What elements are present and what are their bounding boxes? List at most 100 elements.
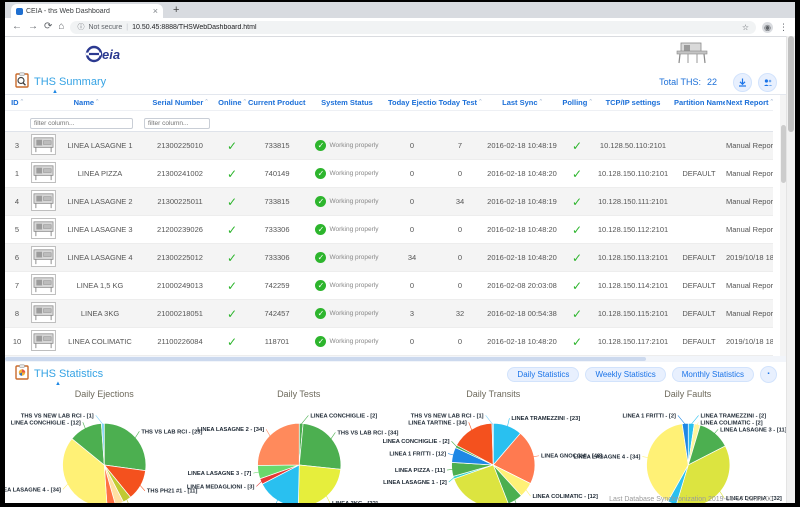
row-today-ejection: 0 <box>387 328 437 356</box>
row-serial: 21300225010 <box>143 132 217 160</box>
online-check-icon: ✓ <box>217 188 247 216</box>
new-tab-button[interactable]: + <box>173 3 179 18</box>
browser-tab[interactable]: CEIA - ths Web Dashboard × <box>11 4 163 18</box>
reload-icon[interactable]: ⟳ <box>44 22 52 32</box>
table-row[interactable]: 1LINEA PIZZA21300241002✓740149✓Working p… <box>5 160 773 188</box>
column-header-name[interactable]: Nameˆ <box>29 95 143 111</box>
column-header-tcp-ip-settings[interactable]: TCP/IP settings <box>593 95 673 111</box>
column-header-current-product[interactable]: Current Productˆ <box>247 95 307 111</box>
clipboard-chart-icon <box>15 364 29 385</box>
row-tcpip: 10.128.150.111:2101 <box>593 188 673 216</box>
pie-slice-label: THS VS NEW LAB RCI - [1] <box>411 413 484 419</box>
pie-slice[interactable] <box>299 423 341 469</box>
users-button[interactable] <box>758 73 777 92</box>
table-row[interactable]: 6LINEA LASAGNE 421300225012✓733306✓Worki… <box>5 244 773 272</box>
pie-slice-label: LINEA CONCHIGLIE - [2] <box>383 439 450 445</box>
status-ok-icon: ✓ <box>315 252 326 263</box>
column-header-id[interactable]: IDˆ <box>5 95 29 111</box>
browser-scrollbar[interactable] <box>786 36 795 503</box>
header-row: IDˆNameˆSerial NumberˆOnlineˆCurrent Pro… <box>5 95 773 111</box>
sort-caret-icon[interactable]: ˆ <box>96 100 98 107</box>
table-row[interactable]: 3LINEA LASAGNE 121300225010✓733815✓Worki… <box>5 132 773 160</box>
column-header-next-report[interactable]: Next Reportˆ <box>725 95 773 111</box>
column-header-online[interactable]: Onlineˆ <box>217 95 247 111</box>
sort-caret-icon[interactable]: ˆ <box>21 100 23 107</box>
column-header-today-ejection[interactable]: Today Ejectionˆ <box>387 95 437 111</box>
row-today-ejection: 0 <box>387 216 437 244</box>
online-check-icon: ✓ <box>217 244 247 272</box>
row-today-test: 32 <box>437 300 483 328</box>
row-current-product: 742457 <box>247 300 307 328</box>
row-today-ejection: 34 <box>387 244 437 272</box>
row-next-report: Manual Report <box>725 300 773 328</box>
serial-filter-input[interactable] <box>144 118 210 129</box>
browser-scrollbar-thumb[interactable] <box>788 36 794 132</box>
profile-icon[interactable]: ◉ <box>762 22 773 33</box>
online-check-icon: ✓ <box>217 328 247 356</box>
row-current-product: 733306 <box>247 216 307 244</box>
online-check-icon: ✓ <box>217 300 247 328</box>
machine-thumbnail <box>29 244 57 272</box>
ceia-logo: eia <box>85 45 131 68</box>
browser-menu-icon[interactable]: ⋮ <box>779 22 788 33</box>
row-current-product: 740149 <box>247 160 307 188</box>
weekly-statistics-button[interactable]: Weekly Statistics <box>585 367 665 382</box>
row-last-sync: 2016-02-18 10:48:20 <box>483 244 561 272</box>
pie-slice[interactable] <box>298 465 340 503</box>
name-filter-input[interactable] <box>30 118 133 129</box>
column-header-partition-name[interactable]: Partition Nameˆ <box>673 95 725 111</box>
monthly-statistics-button[interactable]: Monthly Statistics <box>672 367 754 382</box>
row-tcpip: 10.128.150.115:2101 <box>593 300 673 328</box>
summary-section-header: THS Summary ▲ Total THS: 22 <box>5 70 787 94</box>
column-header-last-sync[interactable]: Last Syncˆ <box>483 95 561 111</box>
column-header-polling[interactable]: Pollingˆ <box>561 95 593 111</box>
export-button[interactable] <box>733 73 752 92</box>
pie-slice-label: LINEA LASAGNE 1 - [2] <box>383 480 447 486</box>
pie-slice-label: LINEA MEDAGLIONI - [3] <box>186 484 254 490</box>
table-row[interactable]: 10LINEA COLIMATIC21100226084✓118701✓Work… <box>5 328 773 356</box>
tab-close-icon[interactable]: × <box>153 7 158 16</box>
machine-thumbnail <box>29 160 57 188</box>
polling-check-icon: ✓ <box>561 300 593 328</box>
column-header-system-status[interactable]: System Status <box>307 95 387 111</box>
row-last-sync: 2016-02-18 10:48:19 <box>483 132 561 160</box>
info-icon[interactable]: ⓘ <box>77 22 84 32</box>
sort-caret-icon[interactable]: ˆ <box>540 100 542 107</box>
row-tcpip: 10.128.50.110:2101 <box>593 132 673 160</box>
polling-check-icon: ✓ <box>561 188 593 216</box>
table-row[interactable]: 7LINEA 1,5 KG21000249013✓742259✓Working … <box>5 272 773 300</box>
row-system-status: ✓Working properly <box>307 300 387 328</box>
pie-slice-label: THS VS LAB RCI - [34] <box>337 430 398 436</box>
bookmark-star-icon[interactable]: ☆ <box>742 23 749 32</box>
row-today-test: 0 <box>437 244 483 272</box>
column-header-today-test[interactable]: Today Testˆ <box>437 95 483 111</box>
row-current-product: 742259 <box>247 272 307 300</box>
horizontal-scrollbar-thumb[interactable] <box>5 357 646 361</box>
pie-slice[interactable] <box>104 423 146 470</box>
summary-table-wrap: IDˆNameˆSerial NumberˆOnlineˆCurrent Pro… <box>5 94 787 356</box>
clipboard-search-icon <box>15 72 29 93</box>
sort-caret-icon[interactable]: ˆ <box>771 100 773 107</box>
summary-table-body: 3LINEA LASAGNE 121300225010✓733815✓Worki… <box>5 132 773 356</box>
forward-icon[interactable]: → <box>28 22 38 32</box>
table-row[interactable]: 5LINEA LASAGNE 321200239026✓733306✓Worki… <box>5 216 773 244</box>
table-row[interactable]: 4LINEA LASAGNE 221300225011✓733815✓Worki… <box>5 188 773 216</box>
tab-title: CEIA - ths Web Dashboard <box>26 8 150 15</box>
statistics-more-button[interactable]: ▪ <box>760 366 777 383</box>
column-header-serial-number[interactable]: Serial Numberˆ <box>143 95 217 111</box>
table-row[interactable]: 8LINEA 3KG21000218051✓742457✓Working pro… <box>5 300 773 328</box>
address-bar[interactable]: ⓘ Not secure | 10.50.45:8888/THSWebDashb… <box>70 21 756 34</box>
home-icon[interactable]: ⌂ <box>58 22 64 32</box>
tab-favicon-icon <box>16 8 23 15</box>
row-name: LINEA LASAGNE 3 <box>57 216 143 244</box>
sort-caret-icon[interactable]: ˆ <box>479 100 481 107</box>
sort-caret-icon[interactable]: ˆ <box>244 100 246 107</box>
row-name: LINEA 3KG <box>57 300 143 328</box>
total-ths-value: 22 <box>707 77 717 87</box>
sort-caret-icon[interactable]: ˆ <box>205 100 207 107</box>
sort-caret-icon[interactable]: ˆ <box>589 100 591 107</box>
pie-slice-label: LINEA LASAGNE 2 - [34] <box>197 427 264 433</box>
back-icon[interactable]: ← <box>12 22 22 32</box>
daily-statistics-button[interactable]: Daily Statistics <box>507 367 579 382</box>
row-serial: 21300225011 <box>143 188 217 216</box>
